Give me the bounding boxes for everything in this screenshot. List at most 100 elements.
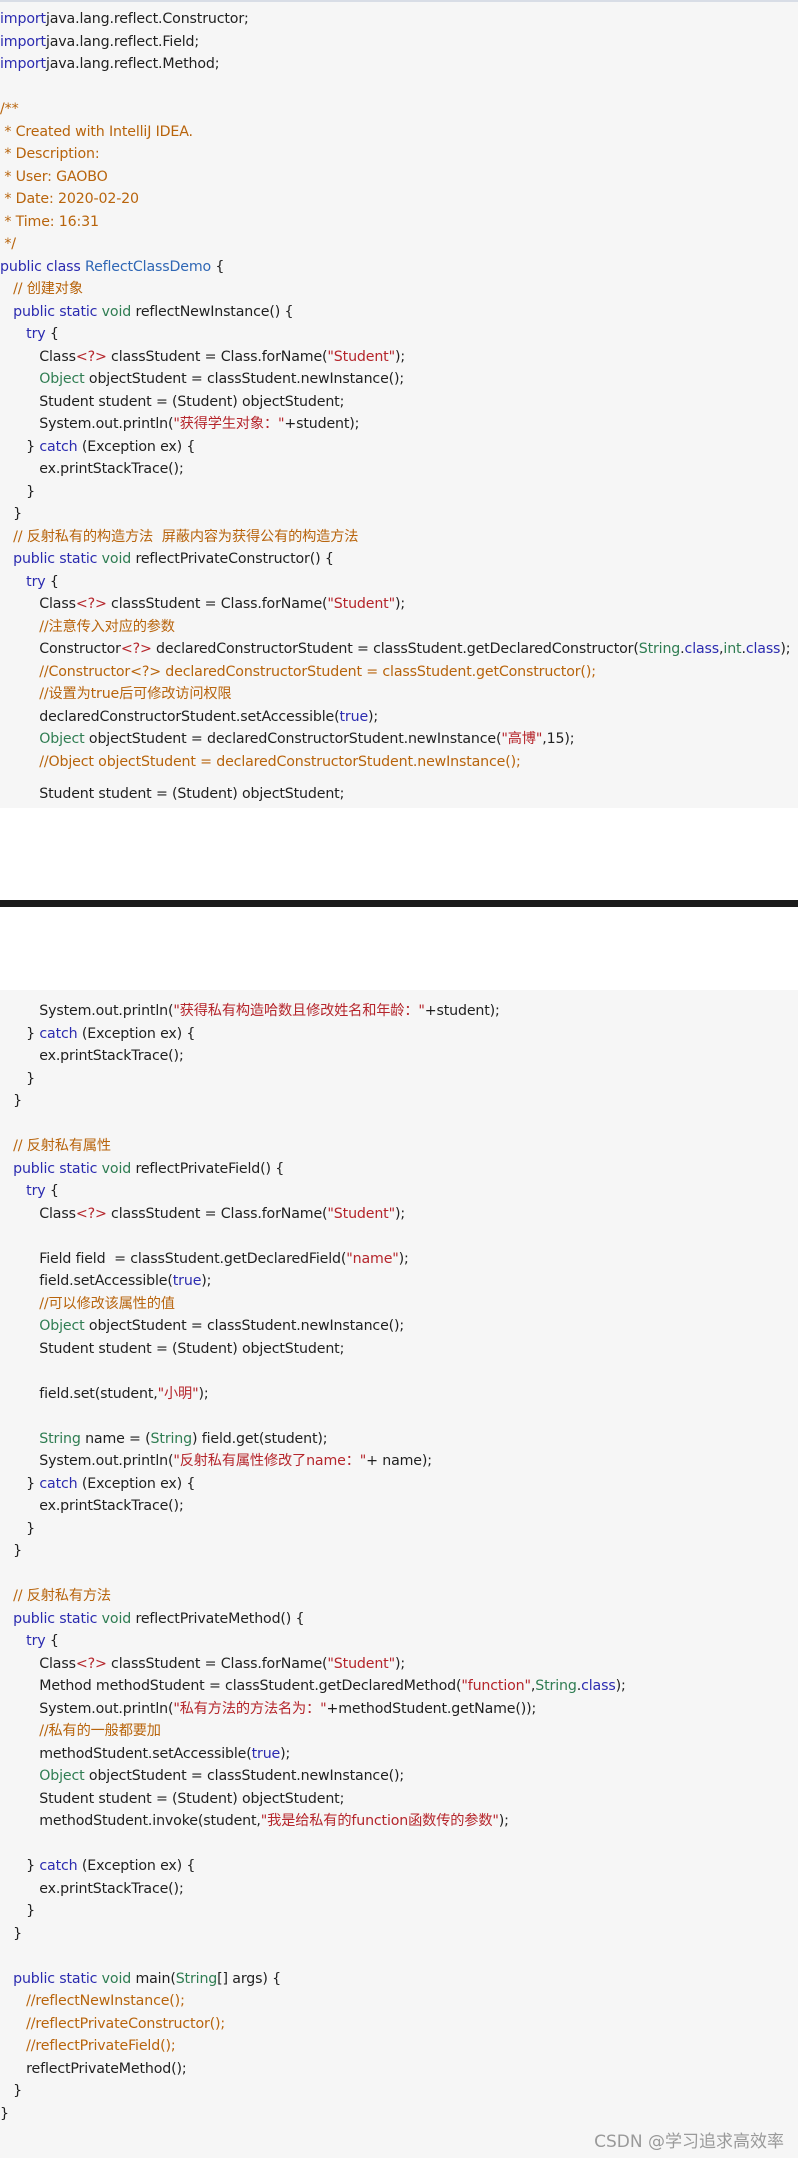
code-token: //设置为true后可修改访问权限 (39, 686, 232, 702)
code-token: void (101, 1610, 132, 1627)
code-line: importjava.lang.reflect.Field; (0, 31, 199, 53)
code-token: catch (39, 438, 78, 455)
code-line: //注意传入对应的参数 (0, 616, 175, 638)
code-token: classStudent = Class.forName( (106, 596, 328, 612)
code-token: //reflectPrivateField(); (26, 2038, 176, 2054)
code-line: //reflectPrivateConstructor(); (0, 2013, 225, 2035)
code-token: "获得学生对象：" (173, 416, 285, 432)
code-line: Student student = (Student) objectStuden… (0, 783, 344, 805)
code-token: } (0, 1070, 36, 1087)
code-token: try (26, 1183, 46, 1199)
code-token: Object (39, 1768, 85, 1784)
code-token: String (150, 1430, 193, 1447)
code-token: ); (368, 708, 379, 725)
code-token: name = ( (80, 1430, 151, 1447)
code-token: "Student" (327, 1655, 395, 1672)
code-token: "获得私有构造哈数且修改姓名和年龄：" (173, 1003, 425, 1019)
code-token: "高博" (501, 731, 543, 747)
code-token: catch (39, 1858, 78, 1874)
code-token: try (26, 1633, 46, 1649)
code-token: System.out.println( (0, 416, 174, 432)
code-token: } (0, 1475, 40, 1492)
code-token: public static (13, 303, 98, 320)
code-line: * User: GAOBO (0, 166, 107, 188)
code-line: Method methodStudent = classStudent.getD… (0, 1675, 626, 1697)
code-token: // 反射私有的构造方法 屏蔽内容为获得公有的构造方法 (13, 528, 359, 545)
code-token: <?> (75, 348, 107, 365)
code-token: Student student = (Student) objectStuden… (0, 1790, 345, 1807)
code-line: System.out.println("反射私有属性修改了name："+ nam… (0, 1450, 432, 1472)
code-token: ex.printStackTrace(); (0, 1048, 184, 1064)
code-token: Class (0, 1655, 76, 1672)
code-line: } (0, 503, 22, 525)
code-token: ); (398, 1250, 409, 1267)
code-token: objectStudent = classStudent.newInstance… (84, 1318, 405, 1334)
code-token: import (0, 33, 46, 50)
code-token: import (0, 56, 46, 72)
code-token: catch (39, 1025, 78, 1042)
code-token: //Constructor<?> declaredConstructorStud… (39, 663, 596, 680)
code-token: ); (198, 1385, 209, 1402)
code-line: } (0, 1900, 35, 1922)
code-token: Object (39, 371, 85, 387)
code-line: try { (0, 571, 59, 593)
code-line: Object objectStudent = classStudent.newI… (0, 1765, 404, 1787)
code-line: System.out.println("私有方法的方法名为："+methodSt… (0, 1698, 536, 1720)
code-token: "Student" (327, 348, 395, 365)
code-line: Class<?> classStudent = Class.forName("S… (0, 346, 405, 368)
code-token: void (101, 303, 132, 320)
code-token: <?> (75, 1655, 107, 1672)
code-token: true (339, 708, 369, 725)
code-token: try (26, 326, 46, 342)
code-token: } (0, 1093, 22, 1109)
code-token: <?> (120, 641, 152, 657)
code-token: } (0, 1025, 40, 1042)
code-token: ); (780, 641, 791, 657)
code-line: // 反射私有属性 (0, 1135, 111, 1157)
code-token: "反射私有属性修改了name：" (173, 1453, 367, 1469)
code-line: Class<?> classStudent = Class.forName("S… (0, 1653, 405, 1675)
code-token: // 创建对象 (13, 281, 83, 297)
code-line: // 反射私有方法 (0, 1585, 111, 1607)
code-token: String (535, 1678, 577, 1694)
code-token: (Exception ex) { (77, 1475, 196, 1492)
code-token: Object (39, 1318, 85, 1334)
code-line: * Description: (0, 143, 99, 165)
code-token: +methodStudent.getName()); (326, 1700, 537, 1717)
code-token: //reflectNewInstance(); (26, 1993, 185, 2009)
code-token: // 反射私有方法 (13, 1588, 111, 1604)
code-token: } (0, 1520, 36, 1537)
code-token: void (101, 551, 132, 567)
code-token: true (251, 1745, 281, 1762)
code-token: (Exception ex) { (77, 1025, 196, 1042)
code-line: Class<?> classStudent = Class.forName("S… (0, 1203, 405, 1225)
code-token: +student); (424, 1003, 500, 1019)
code-line: Constructor<?> declaredConstructorStuden… (0, 638, 790, 660)
code-token: true (172, 1273, 202, 1289)
code-token: <?> (75, 596, 107, 612)
code-token: objectStudent = classStudent.newInstance… (84, 371, 405, 387)
code-token: ); (280, 1745, 291, 1762)
code-token: } (0, 438, 40, 455)
code-line: Object objectStudent = classStudent.newI… (0, 368, 404, 390)
code-token: //可以修改该属性的值 (39, 1295, 175, 1312)
code-line: Student student = (Student) objectStuden… (0, 1338, 344, 1360)
code-token: +student); (284, 416, 360, 432)
code-line: String name = (String) field.get(student… (0, 1428, 327, 1450)
code-token: String (638, 641, 681, 657)
code-token: System.out.println( (0, 1453, 174, 1469)
code-token: java.lang.reflect.Constructor; (45, 11, 249, 27)
code-token: //注意传入对应的参数 (39, 618, 175, 635)
code-token: { (45, 1633, 59, 1649)
